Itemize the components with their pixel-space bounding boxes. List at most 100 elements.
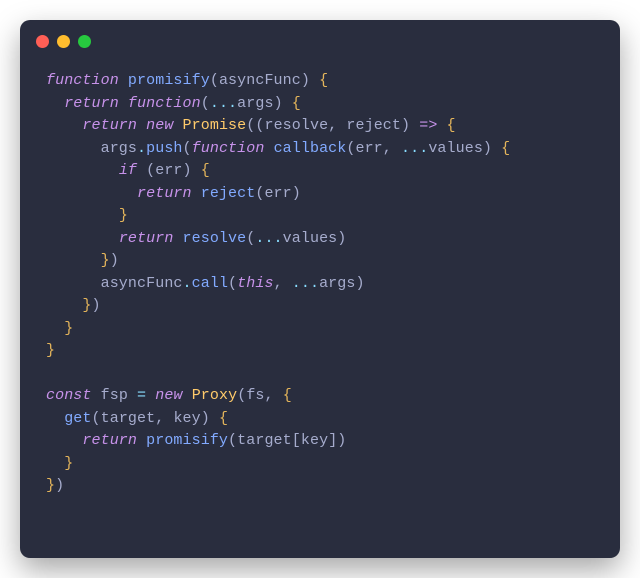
code-token: (	[201, 95, 210, 112]
code-token	[437, 117, 446, 134]
code-line: asyncFunc.call(this, ...args)	[46, 273, 594, 296]
close-icon[interactable]	[36, 35, 49, 48]
code-token: )	[401, 117, 410, 134]
code-token: ,	[155, 410, 173, 427]
code-token: err	[355, 140, 382, 157]
code-token: ((	[246, 117, 264, 134]
code-token	[173, 117, 182, 134]
code-token	[173, 230, 182, 247]
code-token	[46, 297, 82, 314]
code-token: )	[55, 477, 64, 494]
code-token: }	[119, 207, 128, 224]
code-line: return promisify(target[key])	[46, 430, 594, 453]
code-token	[46, 230, 119, 247]
code-token: fsp	[101, 387, 128, 404]
code-token: promisify	[146, 432, 228, 449]
code-line: const fsp = new Proxy(fs, {	[46, 385, 594, 408]
code-token: callback	[274, 140, 347, 157]
code-token: values	[283, 230, 338, 247]
code-token: ...	[292, 275, 319, 292]
code-line: }	[46, 453, 594, 476]
code-token: =>	[419, 117, 437, 134]
minimize-icon[interactable]	[57, 35, 70, 48]
code-token: ,	[265, 387, 283, 404]
code-token	[46, 185, 137, 202]
code-line: })	[46, 475, 594, 498]
code-line	[46, 363, 594, 386]
code-token	[264, 140, 273, 157]
code-token: target	[237, 432, 292, 449]
code-token: (	[237, 387, 246, 404]
code-token	[192, 162, 201, 179]
code-token: return	[82, 117, 137, 134]
code-token: ...	[255, 230, 282, 247]
code-token: )	[274, 95, 283, 112]
code-token: {	[219, 410, 228, 427]
code-token: ,	[274, 275, 292, 292]
code-line: })	[46, 295, 594, 318]
code-line: }	[46, 318, 594, 341]
code-token: args	[319, 275, 355, 292]
code-token: }	[82, 297, 91, 314]
code-token: if	[119, 162, 137, 179]
code-line: get(target, key) {	[46, 408, 594, 431]
code-token: )	[201, 410, 210, 427]
code-token: err	[155, 162, 182, 179]
titlebar	[20, 20, 620, 62]
code-line: function promisify(asyncFunc) {	[46, 70, 594, 93]
code-token: reject	[201, 185, 256, 202]
code-token: new	[146, 117, 173, 134]
code-token: resolve	[183, 230, 247, 247]
code-token: )	[183, 162, 192, 179]
code-token: ,	[383, 140, 401, 157]
code-token	[310, 72, 319, 89]
code-token: resolve	[264, 117, 328, 134]
code-token: asyncFunc	[101, 275, 183, 292]
code-token: }	[101, 252, 110, 269]
code-token: }	[46, 477, 55, 494]
code-token: key	[173, 410, 200, 427]
code-token	[46, 275, 101, 292]
code-token: get	[64, 410, 91, 427]
code-token: {	[447, 117, 456, 134]
code-token	[46, 117, 82, 134]
code-token	[210, 410, 219, 427]
code-token: (	[228, 275, 237, 292]
code-token	[46, 207, 119, 224]
code-token: reject	[346, 117, 401, 134]
code-token: Promise	[183, 117, 247, 134]
code-token: (	[210, 72, 219, 89]
code-token	[183, 387, 192, 404]
code-token: =	[137, 387, 146, 404]
code-token: )	[355, 275, 364, 292]
code-token: ...	[401, 140, 428, 157]
code-token: promisify	[128, 72, 210, 89]
code-token: (	[92, 410, 101, 427]
code-token: }	[46, 342, 55, 359]
code-token	[137, 432, 146, 449]
code-token: call	[192, 275, 228, 292]
code-token	[46, 140, 101, 157]
zoom-icon[interactable]	[78, 35, 91, 48]
code-token: {	[319, 72, 328, 89]
code-token: err	[264, 185, 291, 202]
code-token	[46, 410, 64, 427]
code-token	[119, 95, 128, 112]
code-line: })	[46, 250, 594, 273]
code-line: }	[46, 340, 594, 363]
code-token: )	[92, 297, 101, 314]
code-token	[146, 387, 155, 404]
code-token: }	[64, 455, 73, 472]
code-token: .	[183, 275, 192, 292]
code-token: (	[183, 140, 192, 157]
code-token: ...	[210, 95, 237, 112]
code-token: )	[337, 230, 346, 247]
code-token: {	[201, 162, 210, 179]
code-token	[46, 252, 101, 269]
code-token: function	[192, 140, 265, 157]
code-token: (	[137, 162, 155, 179]
code-line: return reject(err)	[46, 183, 594, 206]
code-token: target	[101, 410, 156, 427]
code-token: ,	[328, 117, 346, 134]
code-token	[46, 455, 64, 472]
